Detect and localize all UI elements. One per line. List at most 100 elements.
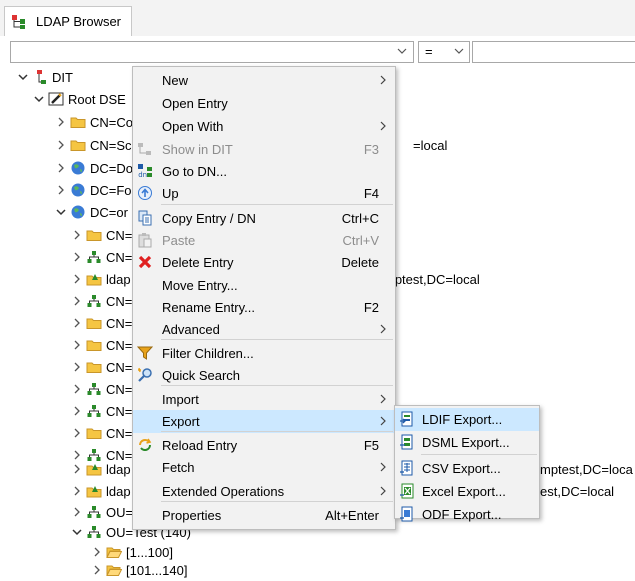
tree-node[interactable]: CN=: [70, 246, 132, 268]
tree-node[interactable]: ldap: [70, 480, 131, 502]
chevron-right-icon[interactable]: [70, 228, 84, 242]
menu-item-label: Properties: [162, 508, 222, 523]
menu-item-export[interactable]: Export: [133, 410, 395, 433]
ldap-browser-icon: [12, 14, 25, 29]
tree-label-tail: =local: [413, 138, 448, 153]
tree-node[interactable]: CN=: [70, 356, 132, 378]
chevron-right-icon[interactable]: [70, 294, 84, 308]
submenu-arrow-icon: [380, 416, 386, 426]
chevron-right-icon[interactable]: [70, 484, 84, 498]
tree-node-root-dse[interactable]: Root DSE: [32, 88, 126, 110]
menu-item-new[interactable]: New: [133, 69, 395, 92]
menu-item-label: Open With: [162, 119, 224, 134]
tree-node[interactable]: DC=Do: [54, 157, 133, 179]
menu-item-open-with[interactable]: Open With: [133, 115, 395, 138]
tree-label: OU=: [106, 504, 134, 520]
tree-node[interactable]: CN=: [70, 378, 132, 400]
chevron-down-icon[interactable]: [32, 92, 46, 106]
menu-item-advanced[interactable]: Advanced: [133, 318, 395, 341]
tree-label: CN=: [106, 381, 133, 397]
chevron-right-icon[interactable]: [54, 183, 68, 197]
menu-item-fetch[interactable]: Fetch: [133, 456, 395, 479]
tree-label: CN=: [106, 315, 133, 331]
submenu-item-excel-export[interactable]: Excel Export...: [395, 480, 539, 503]
chevron-right-icon[interactable]: [70, 316, 84, 330]
chevron-right-icon[interactable]: [70, 505, 84, 519]
chevron-right-icon[interactable]: [54, 161, 68, 175]
menu-item-quick-search[interactable]: Quick Search: [133, 364, 395, 387]
tree-label-tail: mptest,DC=local: [384, 272, 480, 287]
tree-label: CN=: [106, 337, 133, 353]
menu-item-move-entry[interactable]: Move Entry...: [133, 274, 395, 297]
submenu-item-dsml-export[interactable]: DSML Export...: [395, 431, 539, 454]
menu-item-label: Go to DN...: [162, 164, 228, 179]
tree-node[interactable]: CN=Sc: [54, 134, 132, 156]
menu-separator: [161, 431, 393, 432]
menu-item-reload-entry[interactable]: Reload Entry F5: [133, 434, 395, 457]
attribute-filter-combo[interactable]: [10, 41, 414, 63]
tree-node[interactable]: ldap: [70, 458, 131, 480]
filter-value-input[interactable]: [472, 41, 635, 63]
menu-item-label: New: [162, 73, 189, 88]
copy-icon: [138, 210, 152, 226]
chevron-down-icon[interactable]: [16, 70, 30, 84]
tree-node[interactable]: CN=: [70, 400, 132, 422]
tree-node[interactable]: CN=: [70, 312, 132, 334]
menu-item-label: Export: [162, 414, 200, 429]
menu-item-filter-children[interactable]: Filter Children...: [133, 342, 395, 365]
chevron-right-icon[interactable]: [70, 382, 84, 396]
tree-label: CN=: [106, 227, 133, 243]
tree-node[interactable]: CN=Co: [54, 111, 133, 133]
tree-node[interactable]: CN=: [70, 334, 132, 356]
chevron-right-icon[interactable]: [70, 404, 84, 418]
chevron-right-icon[interactable]: [54, 115, 68, 129]
chevron-right-icon[interactable]: [70, 360, 84, 374]
chevron-right-icon[interactable]: [70, 250, 84, 264]
tab-label: LDAP Browser: [36, 14, 122, 29]
tree-node[interactable]: CN=: [70, 224, 132, 246]
submenu-item-csv-export[interactable]: CSV Export...: [395, 457, 539, 480]
tree-label: CN=: [106, 425, 133, 441]
reload-icon: [139, 438, 152, 451]
chevron-right-icon[interactable]: [90, 563, 104, 577]
chevron-down-icon[interactable]: [397, 46, 407, 56]
operator-select[interactable]: =: [418, 41, 470, 63]
tree-node[interactable]: CN=: [70, 290, 132, 312]
chevron-right-icon[interactable]: [70, 272, 84, 286]
menu-item-show-in-dit[interactable]: Show in DIT F3: [133, 138, 395, 161]
group-icon: [87, 295, 101, 307]
chevron-right-icon[interactable]: [54, 138, 68, 152]
menu-item-go-to-dn[interactable]: dn Go to DN...: [133, 160, 395, 183]
tree-label: Root DSE: [68, 91, 126, 107]
menu-item-properties[interactable]: Properties Alt+Enter: [133, 504, 395, 527]
menu-item-import[interactable]: Import: [133, 388, 395, 411]
chevron-down-icon[interactable]: [454, 46, 464, 56]
chevron-right-icon[interactable]: [70, 462, 84, 476]
menu-item-extended-operations[interactable]: Extended Operations: [133, 480, 395, 503]
menu-item-up[interactable]: Up F4: [133, 182, 395, 205]
folder-icon: [86, 362, 102, 373]
tab-ldap-browser[interactable]: LDAP Browser: [4, 6, 133, 36]
chevron-down-icon[interactable]: [70, 525, 84, 539]
menu-item-copy-entry-dn[interactable]: Copy Entry / DN Ctrl+C: [133, 207, 395, 230]
submenu-item-odf-export[interactable]: ODF Export...: [395, 503, 539, 526]
chevron-right-icon[interactable]: [90, 545, 104, 559]
tree-node[interactable]: DC=or: [54, 201, 128, 223]
tree-node-dit[interactable]: DIT: [16, 66, 73, 88]
tree-node[interactable]: ldap: [70, 268, 131, 290]
submenu-item-label: LDIF Export...: [422, 412, 503, 427]
chevron-down-icon[interactable]: [54, 205, 68, 219]
menu-item-paste[interactable]: Paste Ctrl+V: [133, 229, 395, 252]
chevron-right-icon[interactable]: [70, 426, 84, 440]
tree-node[interactable]: DC=Fo: [54, 179, 132, 201]
menu-item-delete-entry[interactable]: Delete Entry Delete: [133, 251, 395, 274]
tree-node[interactable]: [101...140]: [90, 559, 187, 581]
globe-icon: [71, 183, 85, 197]
tree-node[interactable]: OU=: [70, 501, 133, 523]
menu-item-open-entry[interactable]: Open Entry: [133, 92, 395, 115]
submenu-item-ldif-export[interactable]: LDIF Export...: [395, 408, 539, 431]
menu-separator: [161, 501, 393, 502]
menu-item-rename-entry[interactable]: Rename Entry... F2: [133, 296, 395, 319]
chevron-right-icon[interactable]: [70, 338, 84, 352]
tree-node[interactable]: CN=: [70, 422, 132, 444]
